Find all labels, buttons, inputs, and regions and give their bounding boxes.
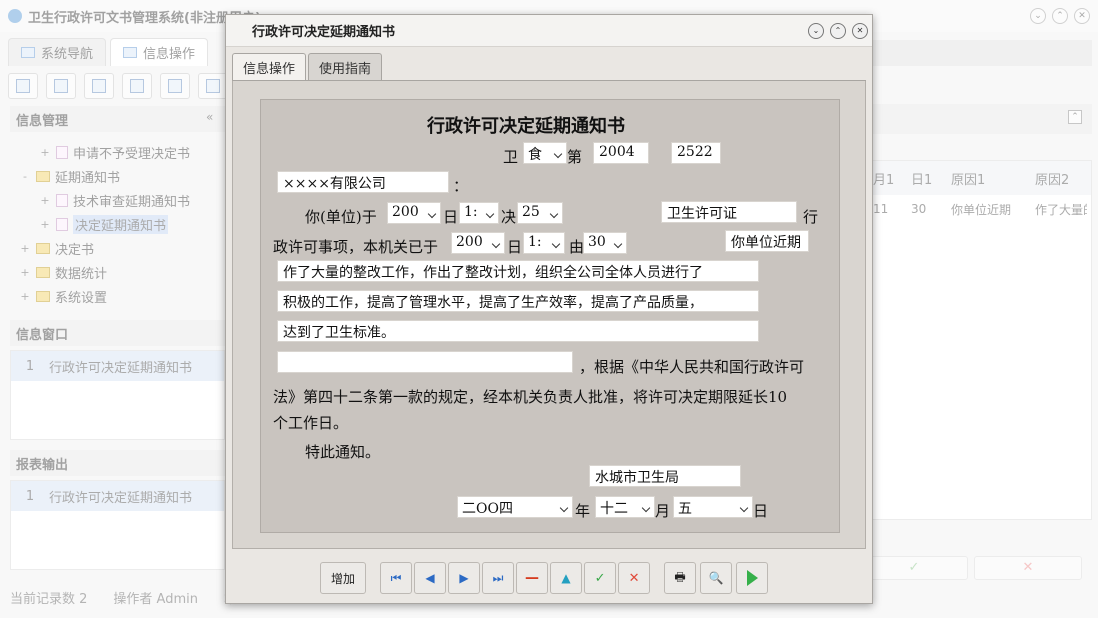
dialog-maximize-button[interactable]: ⌃ bbox=[830, 23, 846, 39]
notice-form: 行政许可决定延期通知书 卫 食 第 2004 2522 ××××有限公司 ： 你… bbox=[260, 99, 840, 533]
delete-record-button[interactable]: — bbox=[516, 562, 549, 594]
notice-text: 特此通知。 bbox=[305, 443, 381, 461]
tab-user-guide[interactable]: 使用指南 bbox=[308, 53, 383, 81]
edit-record-button[interactable]: ▲ bbox=[550, 562, 583, 594]
print-preview-button[interactable]: 🔍 bbox=[700, 562, 733, 594]
doc-word-select[interactable]: 食 bbox=[523, 142, 567, 164]
apply-day-select[interactable]: 25 bbox=[517, 202, 563, 224]
last-icon: ⏭ bbox=[492, 570, 504, 585]
first-record-button[interactable]: ⏮ bbox=[380, 562, 413, 594]
next-record-button[interactable]: ▶ bbox=[448, 562, 481, 594]
apply-month-select[interactable]: 1: bbox=[459, 202, 499, 224]
yue-label: 月 bbox=[655, 502, 671, 520]
play-icon bbox=[746, 570, 758, 586]
di-label: 第 bbox=[567, 148, 583, 166]
prev-icon: ◀ bbox=[425, 571, 435, 585]
law-text-c: 个工作日。 bbox=[273, 414, 349, 432]
p1-prefix: 你(单位)于 bbox=[305, 208, 377, 226]
dialog-title: 行政许可决定延期通知书 bbox=[252, 25, 396, 40]
dialog-window-controls: ⌄ ⌃ ✕ bbox=[808, 23, 868, 39]
check-icon: ✓ bbox=[594, 570, 606, 586]
wei-label: 卫 bbox=[503, 148, 519, 166]
cancel-edit-button[interactable]: ✕ bbox=[618, 562, 651, 594]
xing-label: 行 bbox=[803, 208, 819, 226]
accept-day-select[interactable]: 30 bbox=[583, 232, 627, 254]
triangle-up-icon: ▲ bbox=[561, 571, 571, 585]
dialog-body: 行政许可决定延期通知书 卫 食 第 2004 2522 ××××有限公司 ： 你… bbox=[232, 81, 866, 549]
printer-icon: 🖶 bbox=[674, 569, 686, 584]
p2-prefix: 政许可事项，本机关已于 bbox=[273, 238, 439, 256]
accept-year-select[interactable]: 200 bbox=[451, 232, 505, 254]
colon-label: ： bbox=[453, 177, 469, 195]
dialog-minimize-button[interactable]: ⌄ bbox=[808, 23, 824, 39]
doc-number-year[interactable]: 2004 bbox=[593, 142, 649, 164]
next-icon: ▶ bbox=[459, 571, 469, 585]
jue-label: 决 bbox=[501, 208, 517, 226]
reason-field-1[interactable]: 你单位近期 bbox=[725, 230, 809, 252]
document-heading: 行政许可决定延期通知书 bbox=[427, 116, 625, 137]
company-name-field[interactable]: ××××有限公司 bbox=[277, 171, 449, 193]
issuing-agency-field[interactable]: 水城市卫生局 bbox=[589, 465, 741, 487]
you-label: 由 bbox=[569, 238, 585, 256]
ri2-label: 日 bbox=[507, 238, 523, 256]
notice-dialog: 行政许可决定延期通知书 ⌄ ⌃ ✕ 信息操作 使用指南 行政许可决定延期通知书 … bbox=[225, 14, 873, 604]
law-text-b: 法》第四十二条第一款的规定，经本机关负责人批准，将许可决定期限延长10 bbox=[273, 388, 788, 406]
ri1-label: 日 bbox=[443, 208, 459, 226]
issue-month-select[interactable]: 十二 bbox=[595, 496, 655, 518]
tab-info-operation[interactable]: 信息操作 bbox=[232, 53, 307, 81]
apply-year-select[interactable]: 200 bbox=[387, 202, 441, 224]
reason-field-3[interactable]: 积极的工作，提高了管理水平，提高了生产效率，提高了产品质量， bbox=[277, 290, 759, 312]
reason-field-5[interactable] bbox=[277, 351, 573, 373]
dialog-close-button[interactable]: ✕ bbox=[852, 23, 868, 39]
nian-label: 年 bbox=[575, 502, 591, 520]
permit-name-field[interactable]: 卫生许可证 bbox=[661, 201, 797, 223]
ri-label: 日 bbox=[753, 502, 769, 520]
dialog-toolbar: 增加 ⏮ ◀ ▶ ⏭ — ▲ ✓ ✕ 🖶 🔍 bbox=[320, 561, 769, 595]
issue-year-select[interactable]: 二OO四 bbox=[457, 496, 573, 518]
issue-day-select[interactable]: 五 bbox=[673, 496, 753, 518]
preview-icon: 🔍 bbox=[708, 571, 724, 585]
prev-record-button[interactable]: ◀ bbox=[414, 562, 447, 594]
reason-field-2[interactable]: 作了大量的整改工作，作出了整改计划，组织全公司全体人员进行了 bbox=[277, 260, 759, 282]
x-icon: ✕ bbox=[628, 570, 640, 586]
first-icon: ⏮ bbox=[390, 570, 402, 585]
save-record-button[interactable]: ✓ bbox=[584, 562, 617, 594]
dialog-titlebar: 行政许可决定延期通知书 ⌄ ⌃ ✕ bbox=[226, 15, 872, 47]
law-text-a: ，根据《中华人民共和国行政许可 bbox=[579, 358, 805, 376]
dialog-tabs: 信息操作 使用指南 bbox=[232, 53, 383, 81]
last-record-button[interactable]: ⏭ bbox=[482, 562, 515, 594]
run-button[interactable] bbox=[736, 562, 769, 594]
accept-month-select[interactable]: 1: bbox=[523, 232, 565, 254]
minus-icon: — bbox=[525, 570, 540, 586]
add-record-button[interactable]: 增加 bbox=[320, 562, 367, 594]
print-button[interactable]: 🖶 bbox=[664, 562, 697, 594]
reason-field-4[interactable]: 达到了卫生标准。 bbox=[277, 320, 759, 342]
doc-number-seq[interactable]: 2522 bbox=[671, 142, 721, 164]
